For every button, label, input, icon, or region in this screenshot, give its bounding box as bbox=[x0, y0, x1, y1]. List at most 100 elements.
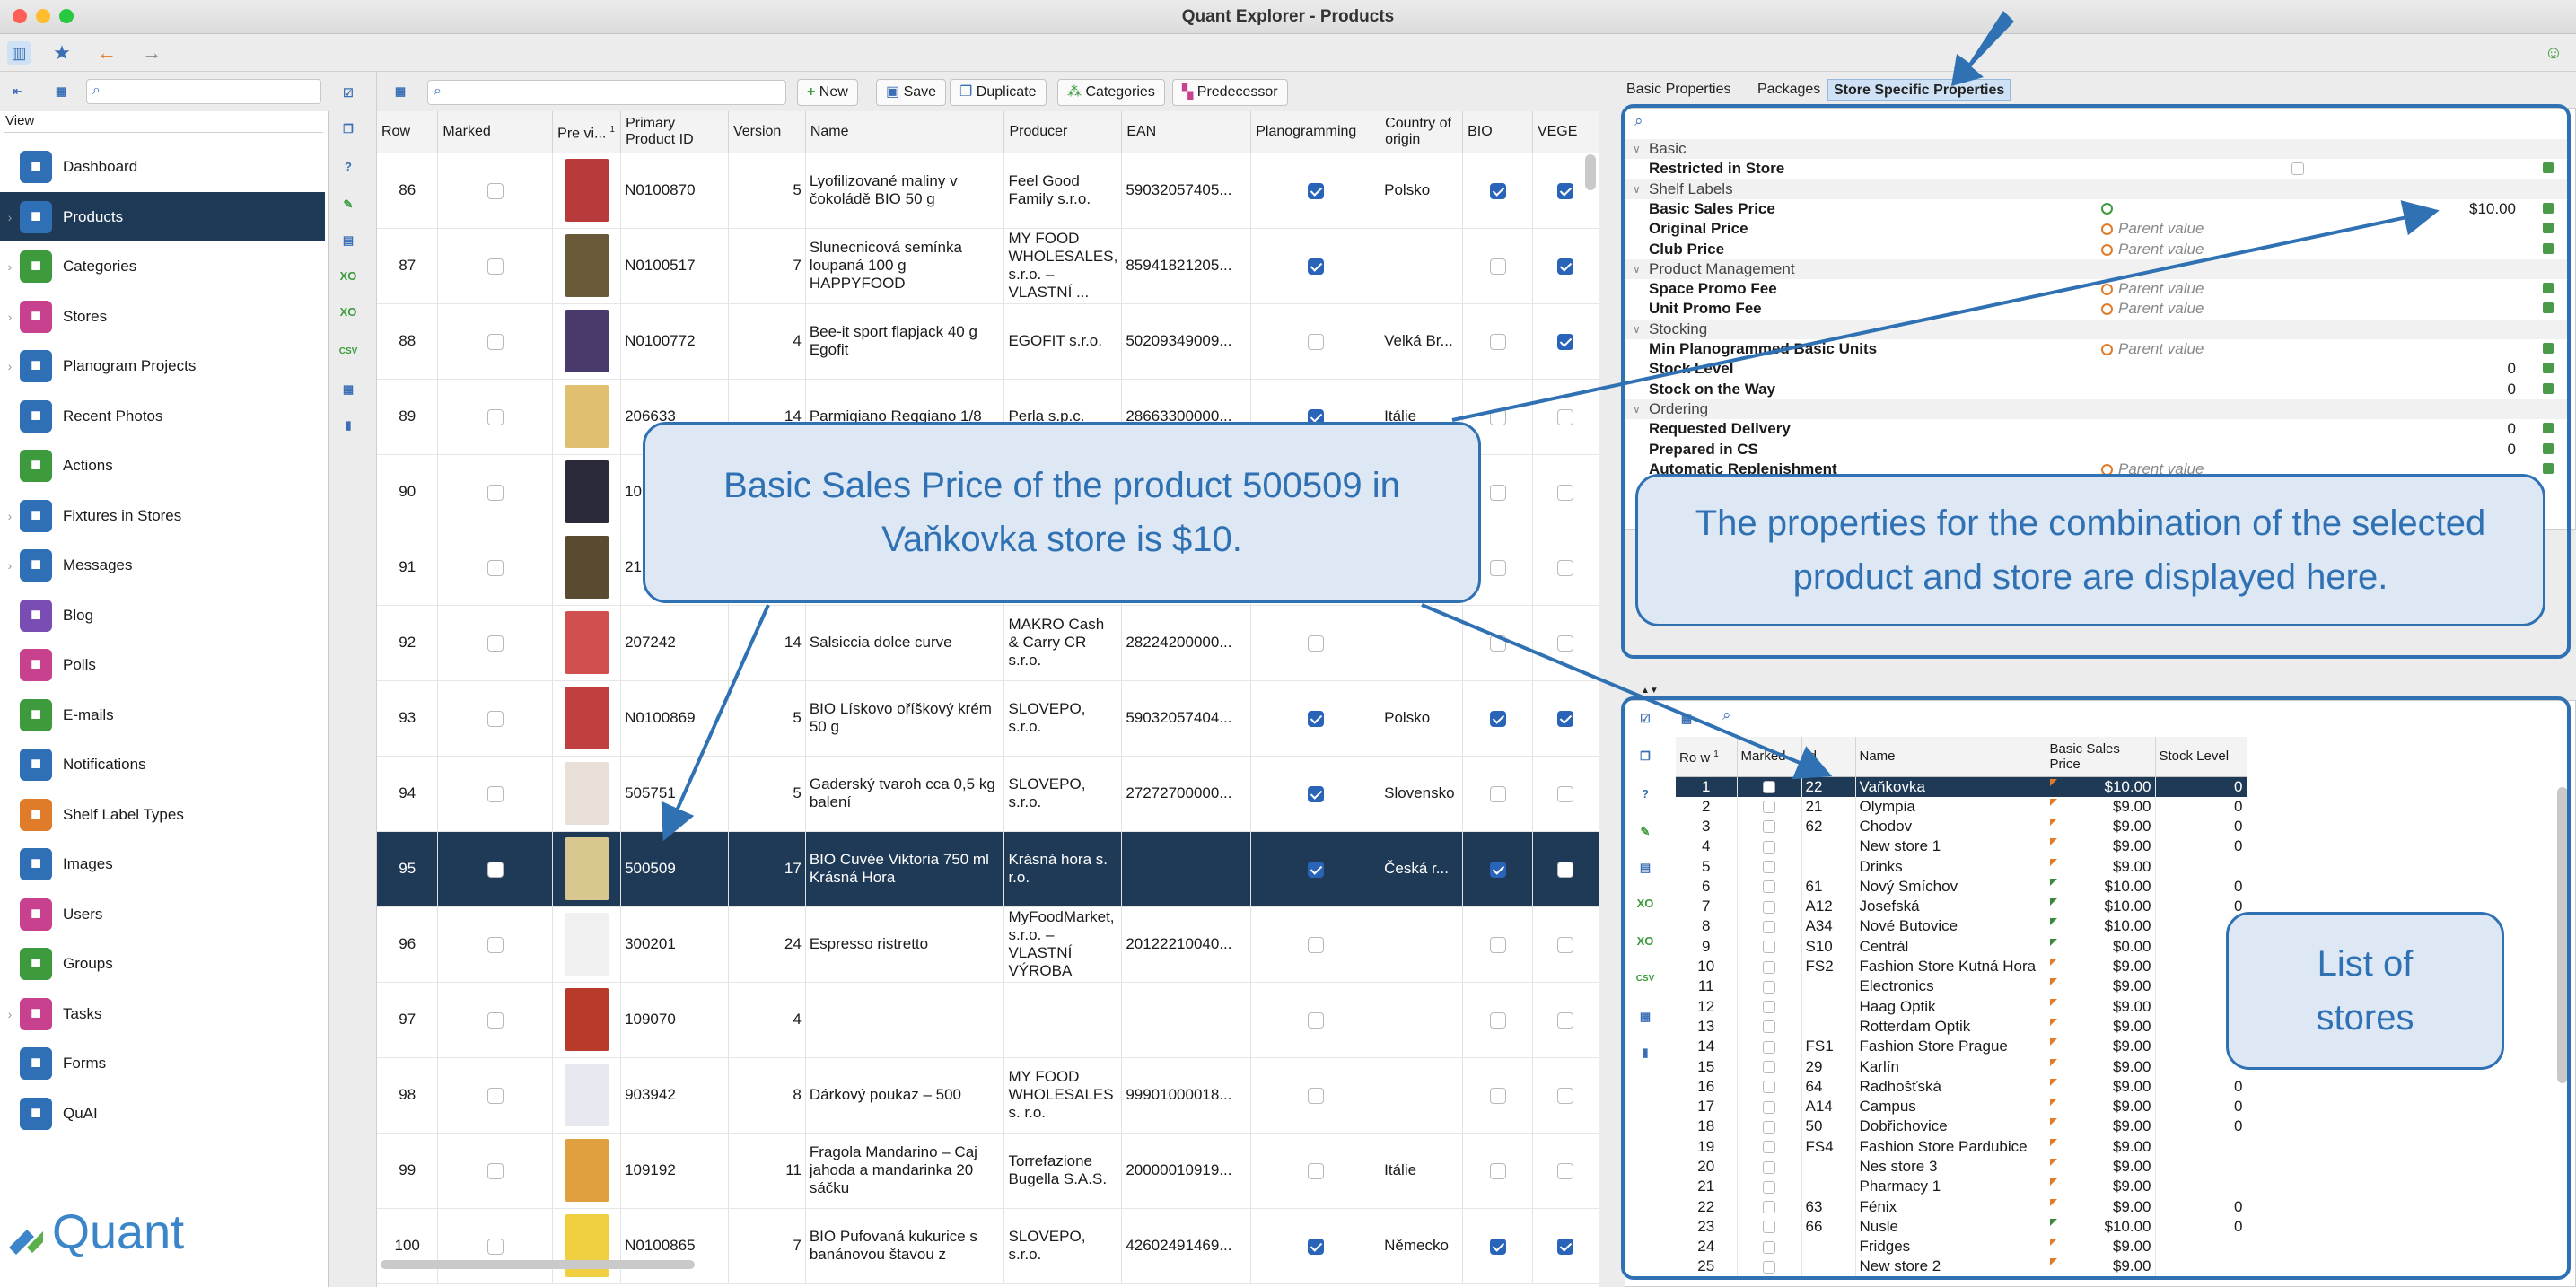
sidebar-item-fixtures-in-stores[interactable]: › ■ Fixtures in Stores bbox=[0, 491, 325, 540]
marked-checkbox[interactable] bbox=[486, 785, 504, 802]
bio-checkbox[interactable] bbox=[1489, 1238, 1506, 1255]
vege-checkbox[interactable] bbox=[1557, 710, 1574, 727]
marked-checkbox[interactable] bbox=[486, 936, 504, 953]
image-tool-icon[interactable]: ✎ bbox=[337, 194, 359, 215]
vege-checkbox[interactable] bbox=[1557, 1011, 1574, 1029]
marked-checkbox[interactable] bbox=[486, 408, 504, 425]
planogramming-checkbox[interactable] bbox=[1307, 1087, 1324, 1104]
copy-icon[interactable]: ❐ bbox=[337, 118, 359, 140]
vege-checkbox[interactable] bbox=[1557, 1162, 1574, 1179]
chart-icon[interactable]: ▮ bbox=[337, 415, 359, 436]
vege-checkbox[interactable] bbox=[1557, 936, 1574, 953]
tab-basic-properties[interactable]: Basic Properties bbox=[1621, 79, 1737, 101]
new-button[interactable]: + New bbox=[797, 79, 858, 106]
marked-checkbox[interactable] bbox=[486, 861, 504, 878]
sidebar-item-forms[interactable]: ■ Forms bbox=[0, 1038, 325, 1088]
table-row[interactable]: 93 N0100869 5 BIO Lískovo oříškový krém 50 … bbox=[377, 680, 1600, 757]
marked-checkbox[interactable] bbox=[486, 559, 504, 576]
expand-chevron-icon[interactable]: › bbox=[0, 310, 20, 324]
import-xlsx-icon[interactable]: XO bbox=[337, 302, 359, 323]
sidebar-item-polls[interactable]: ■ Polls bbox=[0, 640, 325, 689]
column-header[interactable]: Pre vi... 1 bbox=[552, 111, 622, 153]
vege-checkbox[interactable] bbox=[1557, 182, 1574, 199]
table-row[interactable]: 97 109070 4 bbox=[377, 982, 1600, 1058]
marked-checkbox[interactable] bbox=[486, 1087, 504, 1104]
bio-checkbox[interactable] bbox=[1489, 785, 1506, 802]
sidebar-item-groups[interactable]: ■ Groups bbox=[0, 939, 325, 988]
table-row[interactable]: 88 N0100772 4 Bee-it sport flapjack 40 g Eg… bbox=[377, 303, 1600, 380]
sidebar-item-planogram-projects[interactable]: › ■ Planogram Projects bbox=[0, 341, 325, 390]
tab-packages[interactable]: Packages bbox=[1752, 79, 1826, 101]
planogramming-checkbox[interactable] bbox=[1307, 182, 1324, 199]
bio-checkbox[interactable] bbox=[1489, 861, 1506, 878]
document-icon[interactable]: ▤ bbox=[337, 230, 359, 251]
forward-arrow-icon[interactable]: → bbox=[140, 41, 163, 65]
sidebar-item-actions[interactable]: ■ Actions bbox=[0, 441, 325, 490]
sidebar-item-recent-photos[interactable]: ■ Recent Photos bbox=[0, 391, 325, 441]
sidebar-item-images[interactable]: ■ Images bbox=[0, 839, 325, 889]
collapse-tree-icon[interactable]: ⇤ bbox=[7, 81, 29, 102]
marked-checkbox[interactable] bbox=[486, 1011, 504, 1029]
sidebar-item-shelf-label-types[interactable]: ■ Shelf Label Types bbox=[0, 790, 325, 839]
export-xlsx-icon[interactable]: XO bbox=[337, 266, 359, 287]
layout-icon[interactable]: ▦ bbox=[50, 81, 72, 102]
splitter-arrows-icon[interactable]: ▲▼ bbox=[1641, 686, 1659, 696]
marked-checkbox[interactable] bbox=[486, 258, 504, 275]
column-header[interactable]: Country of origin bbox=[1380, 111, 1464, 153]
planogramming-checkbox[interactable] bbox=[1307, 1238, 1324, 1255]
bio-checkbox[interactable] bbox=[1489, 1162, 1506, 1179]
bio-checkbox[interactable] bbox=[1489, 408, 1506, 425]
column-header[interactable]: Version bbox=[728, 111, 806, 153]
star-icon[interactable]: ★ bbox=[50, 41, 74, 65]
column-header[interactable]: Name bbox=[805, 111, 1005, 153]
duplicate-button[interactable]: ❐ Duplicate bbox=[950, 79, 1047, 106]
products-horizontal-scrollbar[interactable] bbox=[381, 1260, 695, 1269]
marked-checkbox[interactable] bbox=[486, 182, 504, 199]
sidebar-item-products[interactable]: › ■ Products bbox=[0, 192, 325, 241]
categories-button[interactable]: ⁂ Categories bbox=[1057, 79, 1165, 106]
sidebar-item-stores[interactable]: › ■ Stores bbox=[0, 292, 325, 341]
table-row[interactable]: 92 207242 14 Salsiccia dolce curve MAKRO Cas… bbox=[377, 605, 1600, 681]
planogramming-checkbox[interactable] bbox=[1307, 333, 1324, 350]
bio-checkbox[interactable] bbox=[1489, 1087, 1506, 1104]
vege-checkbox[interactable] bbox=[1557, 408, 1574, 425]
vege-checkbox[interactable] bbox=[1557, 1087, 1574, 1104]
sidebar-item-tasks[interactable]: › ■ Tasks bbox=[0, 989, 325, 1038]
column-header[interactable]: VEGE bbox=[1532, 111, 1600, 153]
bio-checkbox[interactable] bbox=[1489, 1011, 1506, 1029]
bio-checkbox[interactable] bbox=[1489, 333, 1506, 350]
products-vertical-scrollbar[interactable] bbox=[1585, 154, 1596, 190]
expand-chevron-icon[interactable]: › bbox=[0, 359, 20, 373]
expand-chevron-icon[interactable]: › bbox=[0, 509, 20, 523]
sidebar-item-dashboard[interactable]: ■ Dashboard bbox=[0, 142, 325, 191]
back-arrow-icon[interactable]: ← bbox=[95, 41, 118, 65]
planogramming-checkbox[interactable] bbox=[1307, 635, 1324, 652]
sidebar-item-users[interactable]: ■ Users bbox=[0, 889, 325, 939]
planogramming-checkbox[interactable] bbox=[1307, 861, 1324, 878]
predecessor-button[interactable]: ▚ Predecessor bbox=[1172, 79, 1288, 106]
bio-checkbox[interactable] bbox=[1489, 182, 1506, 199]
expand-chevron-icon[interactable]: › bbox=[0, 210, 20, 224]
vege-checkbox[interactable] bbox=[1557, 785, 1574, 802]
save-button[interactable]: ▣ Save bbox=[876, 79, 947, 106]
vege-checkbox[interactable] bbox=[1557, 861, 1574, 878]
planogramming-checkbox[interactable] bbox=[1307, 1162, 1324, 1179]
bio-checkbox[interactable] bbox=[1489, 484, 1506, 501]
marked-checkbox[interactable] bbox=[486, 333, 504, 350]
help-icon[interactable]: ? bbox=[337, 156, 359, 178]
table-row[interactable]: 87 N0100517 7 Slunecnicová semínka loupaná … bbox=[377, 228, 1600, 304]
table-row[interactable]: 95 500509 17 BIO Cuvée Viktoria 750 ml Krás… bbox=[377, 831, 1600, 907]
expand-chevron-icon[interactable]: › bbox=[0, 259, 20, 274]
sidebar-item-e-mails[interactable]: ■ E-mails bbox=[0, 690, 325, 740]
planogramming-checkbox[interactable] bbox=[1307, 1011, 1324, 1029]
vege-checkbox[interactable] bbox=[1557, 1238, 1574, 1255]
smiley-icon[interactable]: ☺ bbox=[2542, 41, 2565, 65]
vege-checkbox[interactable] bbox=[1557, 258, 1574, 275]
sidebar-item-categories[interactable]: › ■ Categories bbox=[0, 241, 325, 291]
layout-icon[interactable]: ▦ bbox=[390, 81, 411, 102]
bio-checkbox[interactable] bbox=[1489, 936, 1506, 953]
column-header[interactable]: EAN bbox=[1121, 111, 1252, 153]
planogramming-checkbox[interactable] bbox=[1307, 785, 1324, 802]
sidebar-item-quai[interactable]: ■ QuAI bbox=[0, 1089, 325, 1138]
planogramming-checkbox[interactable] bbox=[1307, 258, 1324, 275]
